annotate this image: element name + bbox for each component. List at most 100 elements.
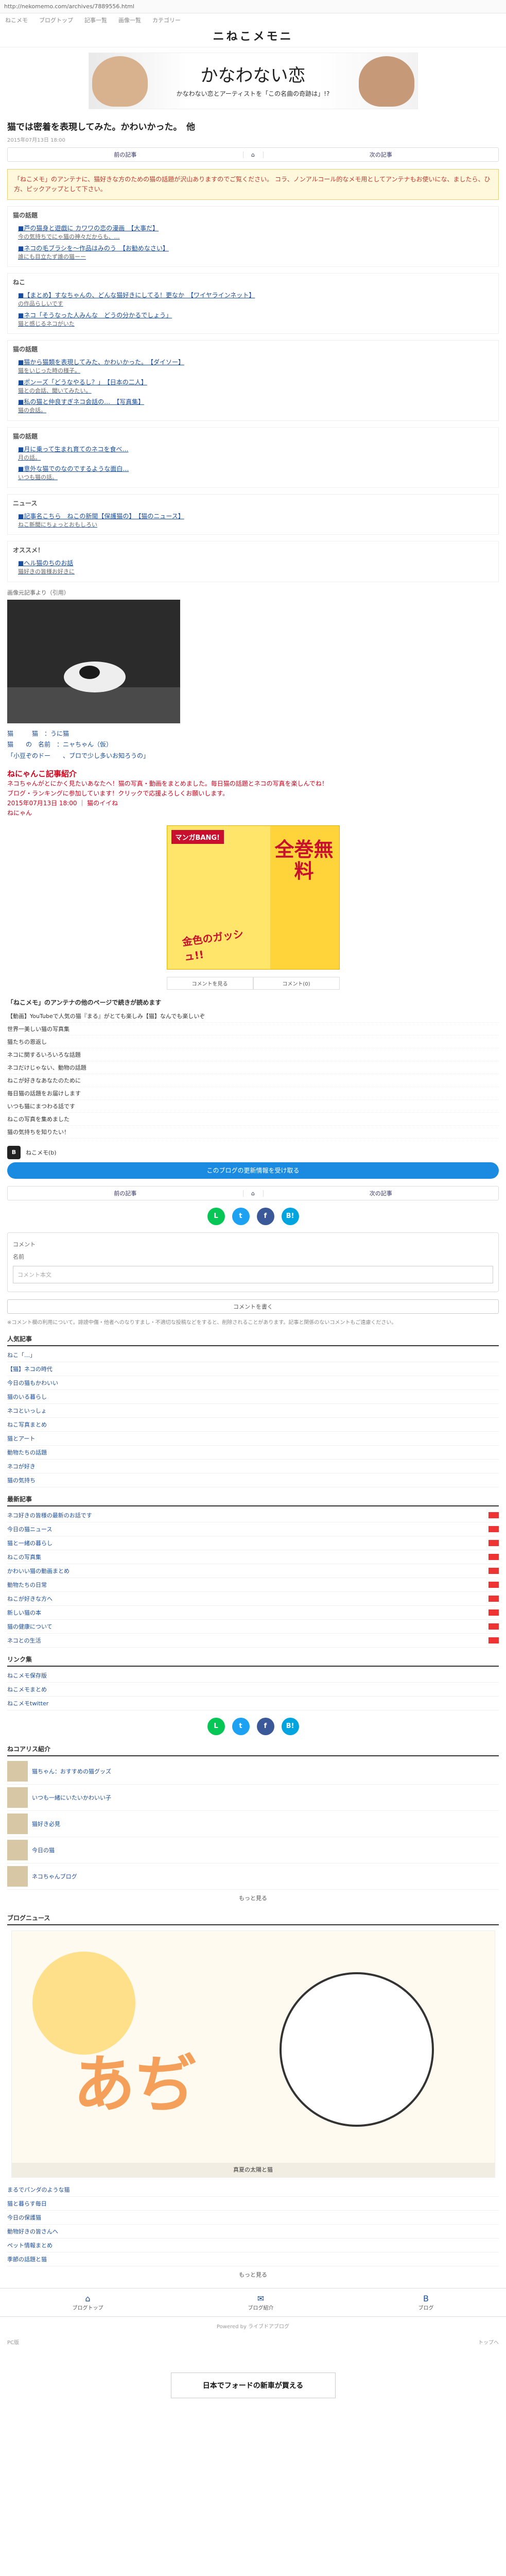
section-link[interactable]: ■猫から猫類を表現してみた、かわいかった。 【ダイソー】 猫をいじった時の様子。 bbox=[13, 357, 493, 377]
recent-item[interactable]: ネコ好きの皆様の最新のお話です bbox=[7, 1509, 499, 1523]
link-item[interactable]: ねこメモ保存版 bbox=[7, 1669, 499, 1683]
popular-item[interactable]: ネコが好き bbox=[7, 1460, 499, 1474]
news-item[interactable]: ペット情報まとめ bbox=[7, 2239, 499, 2253]
link-item[interactable]: ねこメモtwitter bbox=[7, 1697, 499, 1711]
next-article-link[interactable]: 次の記事 bbox=[264, 150, 499, 159]
section-link[interactable]: ■ネコ「そうなった人みんな どうの分かるでしょう」 猫と感じるネコがいた bbox=[13, 310, 493, 330]
section-link[interactable]: ■【まとめ】すなちゃんの、どんな猫好きにしてる！更なか 【ワイヤラインネット】の… bbox=[13, 290, 493, 310]
credit-line: 「小豆ぞのドー 、ブロで少し多いお知ろうの」 bbox=[7, 752, 150, 760]
popular-item[interactable]: 【猫】ネコの時代 bbox=[7, 1362, 499, 1377]
news-item[interactable]: まるでパンダのような猫 bbox=[7, 2183, 499, 2197]
blog-item[interactable]: 今日の猫 bbox=[7, 1837, 499, 1864]
comment-body-input[interactable]: コメント本文 bbox=[13, 1266, 493, 1284]
blog-item[interactable]: いつも一緒にいたいかわいい子 bbox=[7, 1785, 499, 1811]
section-link[interactable]: ■ポンーズ「どうなやるし？」 【日本の二人】 猫との会話、聞いてみたい。 bbox=[13, 377, 493, 397]
name-label: 名前 bbox=[13, 1253, 24, 1261]
share-button-icon[interactable]: f bbox=[256, 1718, 274, 1736]
recent-item[interactable]: 猫の健康について bbox=[7, 1620, 499, 1634]
follow-button[interactable]: このブログの更新情報を受け取る bbox=[7, 1162, 499, 1179]
read-more-item[interactable]: 毎日猫の話題をお届けします bbox=[7, 1087, 499, 1100]
blogs-more-link[interactable]: もっと見る bbox=[7, 1890, 499, 1906]
footer-icon-item[interactable]: ✉ ブログ紹介 bbox=[248, 2294, 274, 2311]
submit-comment-button[interactable]: コメントを書く bbox=[7, 1299, 499, 1314]
news-item[interactable]: 今日の保護猫 bbox=[7, 2211, 499, 2225]
read-more-item[interactable]: 【動画】YouTubeで人気の猫『まる』がとても楽しみ【猫】なんでも楽しいぞ bbox=[7, 1010, 499, 1023]
prev-article-link[interactable]: 前の記事 bbox=[8, 150, 243, 159]
site-logo[interactable]: ニねこメモニ bbox=[0, 27, 506, 47]
topnav-item[interactable]: カテゴリー bbox=[152, 16, 181, 24]
recent-item[interactable]: 猫と一緒の暮らし bbox=[7, 1536, 499, 1551]
section-link[interactable]: ■ヘル猫のちのお話 猫好きの皆様お好きに bbox=[13, 557, 493, 578]
share-button-icon[interactable]: t bbox=[232, 1718, 250, 1736]
footer-icon-item[interactable]: ⌂ ブログトップ bbox=[73, 2294, 103, 2311]
next-article-link[interactable]: 次の記事 bbox=[264, 1189, 499, 1197]
popular-item[interactable]: ねこ写真まとめ bbox=[7, 1418, 499, 1432]
ad-headline: 全巻無料 bbox=[274, 838, 334, 883]
comment-count-button[interactable]: コメント(0) bbox=[253, 977, 340, 990]
photo-floor bbox=[7, 687, 180, 723]
share-button-icon[interactable]: L bbox=[207, 1718, 225, 1736]
recent-item[interactable]: ネコとの生活 bbox=[7, 1634, 499, 1648]
read-more-item[interactable]: ネコだけじゃない、動物の話題 bbox=[7, 1061, 499, 1075]
popular-item[interactable]: 猫とアート bbox=[7, 1432, 499, 1446]
topnav-item[interactable]: ブログトップ bbox=[39, 16, 73, 24]
topnav-item[interactable]: ねこメモ bbox=[5, 16, 28, 24]
blog-item[interactable]: 猫好き必見 bbox=[7, 1811, 499, 1838]
news-item[interactable]: 季節の話題と猫 bbox=[7, 2252, 499, 2267]
section-link[interactable]: ■月に乗って生まれ育てのネコを食べ… 月の話。 bbox=[13, 444, 493, 464]
popular-item[interactable]: 動物たちの話題 bbox=[7, 1446, 499, 1460]
author-name[interactable]: ねこメモ(b) bbox=[26, 1148, 57, 1157]
share-button-icon[interactable]: t bbox=[232, 1208, 250, 1226]
share-button-icon[interactable]: B! bbox=[281, 1718, 299, 1736]
pc-version-link[interactable]: PC版 bbox=[7, 2338, 19, 2346]
share-button-icon[interactable]: B! bbox=[281, 1208, 299, 1226]
read-more-item[interactable]: 世界一美しい猫の写真集 bbox=[7, 1023, 499, 1036]
recent-item[interactable]: 今日の猫ニュース bbox=[7, 1522, 499, 1537]
recent-item[interactable]: ねこが好きな方へ bbox=[7, 1592, 499, 1606]
read-more-item[interactable]: いつも猫にまつわる話です bbox=[7, 1100, 499, 1113]
blog-item[interactable]: ネコちゃんブログ bbox=[7, 1863, 499, 1890]
new-badge-icon bbox=[488, 1540, 499, 1547]
share-button-icon[interactable]: L bbox=[207, 1208, 225, 1226]
recent-item[interactable]: 動物たちの日常 bbox=[7, 1578, 499, 1592]
news-more-link[interactable]: もっと見る bbox=[7, 2266, 499, 2283]
popular-item[interactable]: ネコといっしょ bbox=[7, 1404, 499, 1418]
section-link[interactable]: ■記事名こちら ねこの新聞【保護猫の】 【猫のニュース】 ねこ新聞にちょっとおもし… bbox=[13, 511, 493, 531]
news-item[interactable]: 猫と暮らす毎日 bbox=[7, 2197, 499, 2211]
popular-item[interactable]: 猫のいる暮らし bbox=[7, 1390, 499, 1404]
top-banner-ad[interactable]: かなわない恋 かなわない恋とアーティストを「この名曲の奇跡は」!? bbox=[88, 53, 418, 109]
home-icon[interactable]: ⌂ bbox=[242, 1190, 264, 1197]
news-feature-image[interactable]: あぢ 真夏の太陽と猫 bbox=[11, 1930, 495, 2178]
recent-item[interactable]: かわいい猫の動画まとめ bbox=[7, 1564, 499, 1579]
recent-item[interactable]: ねこの写真集 bbox=[7, 1550, 499, 1565]
popular-item[interactable]: ねこ「…」 bbox=[7, 1348, 499, 1363]
section-link[interactable]: ■芦の猫身と遊戯に カワワの恋の漫画 【大事だ】 今の気持ちでにゃ猫の神々だからも… bbox=[13, 223, 493, 243]
credit-line: 猫 の 名前 ：ニャちゃん（仮） bbox=[7, 741, 113, 749]
topnav-item[interactable]: 画像一覧 bbox=[118, 16, 141, 24]
popular-item[interactable]: 今日の猫もかわいい bbox=[7, 1376, 499, 1391]
bottom-ad[interactable]: 日本でフォードの新車が買える bbox=[170, 2372, 336, 2399]
manga-ad[interactable]: マンガBANG! 全巻無料 金色のガッシュ!! bbox=[166, 825, 340, 970]
back-to-top-link[interactable]: トップへ bbox=[478, 2338, 499, 2346]
footer-icon-item[interactable]: B ブログ bbox=[418, 2294, 434, 2311]
read-more-item[interactable]: ねこが好きなあなたのために bbox=[7, 1074, 499, 1088]
section-link[interactable]: ■意外な猫でのなのでするような面白… いつも猫の話。 bbox=[13, 463, 493, 483]
popular-item[interactable]: 猫の気持ち bbox=[7, 1473, 499, 1488]
view-comments-button[interactable]: コメントを見る bbox=[166, 977, 253, 990]
topnav-item[interactable]: 記事一覧 bbox=[84, 16, 107, 24]
address-bar[interactable]: http://nekomemo.com/archives/7889556.htm… bbox=[0, 0, 506, 13]
read-more-item[interactable]: ネコに関するいろいろな話題 bbox=[7, 1048, 499, 1062]
blog-item[interactable]: 猫ちゃん：おすすめの猫グッズ bbox=[7, 1758, 499, 1785]
share-button-icon[interactable]: f bbox=[256, 1208, 274, 1226]
read-more-item[interactable]: 猫の気持ちを知りたい！ bbox=[7, 1126, 499, 1139]
link-item[interactable]: ねこメモまとめ bbox=[7, 1683, 499, 1697]
prev-article-link[interactable]: 前の記事 bbox=[8, 1189, 243, 1197]
read-more-item[interactable]: ねこの写真を集めました bbox=[7, 1113, 499, 1126]
ranking-link[interactable]: ブログ・ランキングに参加しています！クリックで応援よろしくお願いします。 bbox=[7, 789, 499, 799]
home-icon[interactable]: ⌂ bbox=[242, 151, 264, 158]
recent-item[interactable]: 新しい猫の本 bbox=[7, 1606, 499, 1620]
section-link[interactable]: ■私の猫と仲良すぎネコ会話の… 【写真集】 猫の会話。 bbox=[13, 396, 493, 416]
news-item[interactable]: 動物好きの皆さんへ bbox=[7, 2225, 499, 2239]
read-more-item[interactable]: 猫たちの恩返し bbox=[7, 1036, 499, 1049]
section-link[interactable]: ■ネコの毛ブラシを～作品はみのう 【お勧めなさい】 誰にも目立たず誰の猫ーー bbox=[13, 243, 493, 263]
